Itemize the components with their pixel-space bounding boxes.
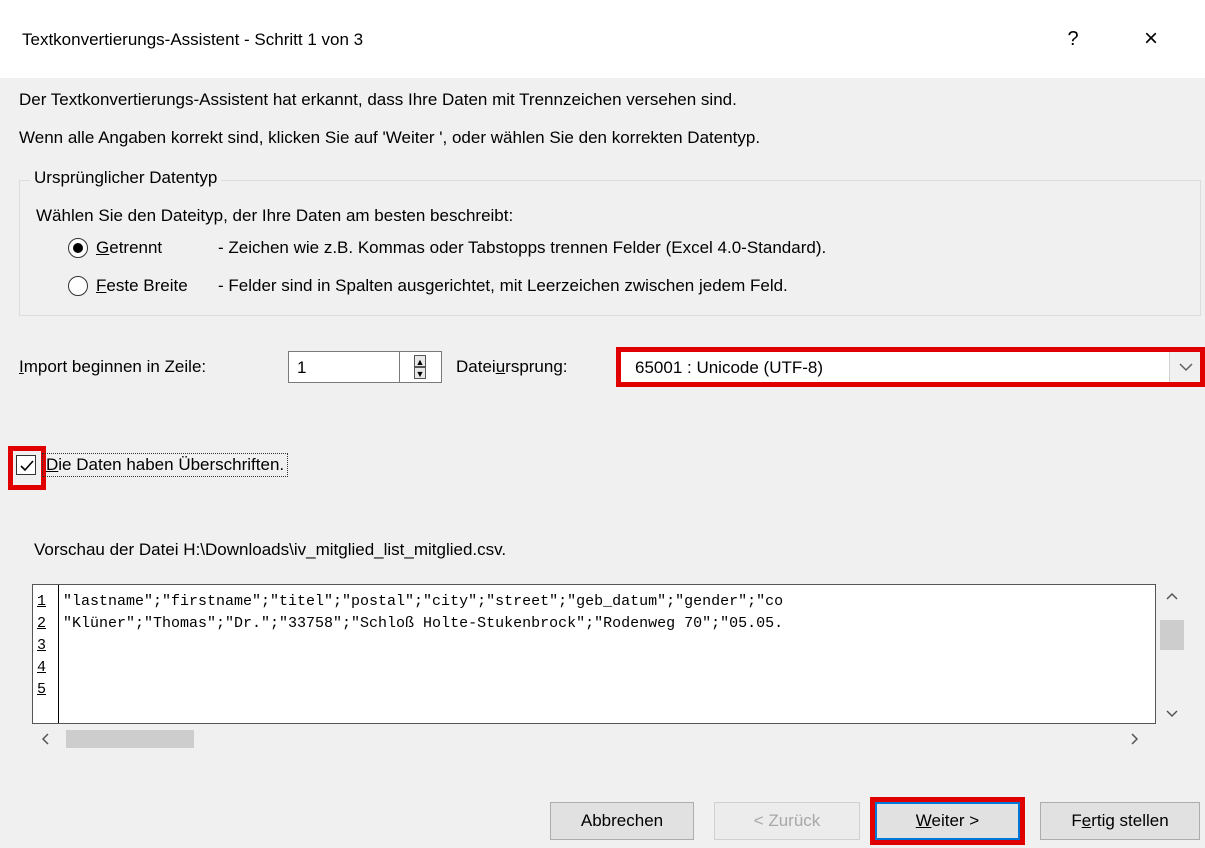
preview-row: "lastname";"firstname";"titel";"postal";… xyxy=(63,593,784,610)
intro-line-1: Der Textkonvertierungs-Assistent hat erk… xyxy=(19,90,737,109)
preview-area[interactable]: 1 2 3 4 5 "lastname";"firstname";"titel"… xyxy=(32,584,1156,724)
radio-getrennt[interactable]: Getrennt - Zeichen wie z.B. Kommas oder … xyxy=(68,238,1068,262)
headers-checkbox-label[interactable]: Die Daten haben Überschriften. xyxy=(42,453,289,477)
radio-feste-breite[interactable]: Feste Breite - Felder sind in Spalten au… xyxy=(68,276,1068,300)
spin-up-icon[interactable]: ▲ xyxy=(414,355,426,367)
preview-vertical-scrollbar[interactable] xyxy=(1156,584,1188,724)
radio-getrennt-label: Getrennt xyxy=(96,238,163,257)
import-start-input[interactable]: 1 xyxy=(288,351,400,383)
origin-label: Dateiursprung: xyxy=(456,357,568,376)
datatype-legend: Ursprünglicher Datentyp xyxy=(30,168,222,188)
preview-label: Vorschau der Datei H:\Downloads\iv_mitgl… xyxy=(34,540,507,559)
spin-down-icon[interactable]: ▼ xyxy=(414,367,426,379)
highlight-checkbox xyxy=(8,446,46,490)
radio-selected-dot xyxy=(73,243,83,253)
line-number: 3 xyxy=(37,637,47,654)
window-title: Textkonvertierungs-Assistent - Schritt 1… xyxy=(22,30,364,49)
scroll-down-icon[interactable] xyxy=(1166,706,1178,722)
scroll-right-icon[interactable] xyxy=(1130,732,1140,748)
radio-getrennt-desc: - Zeichen wie z.B. Kommas oder Tabstopps… xyxy=(218,238,827,257)
preview-horizontal-scrollbar[interactable] xyxy=(32,724,1156,754)
radio-feste-breite-desc: - Felder sind in Spalten ausgerichtet, m… xyxy=(218,276,788,295)
back-button[interactable]: < Zurück xyxy=(714,802,860,840)
finish-button[interactable]: Fertig stellen xyxy=(1040,802,1200,840)
line-number: 5 xyxy=(37,681,47,698)
radio-getrennt-control[interactable] xyxy=(68,238,88,258)
preview-row: "Klüner";"Thomas";"Dr.";"33758";"Schloß … xyxy=(63,615,784,632)
close-icon: × xyxy=(1143,25,1158,52)
intro-line-2: Wenn alle Angaben korrekt sind, klicken … xyxy=(19,128,761,147)
datatype-prompt: Wählen Sie den Dateityp, der Ihre Daten … xyxy=(36,206,514,225)
radio-feste-breite-control[interactable] xyxy=(68,276,88,296)
line-number: 2 xyxy=(37,615,47,632)
radio-feste-breite-label: Feste Breite xyxy=(96,276,188,295)
line-number: 4 xyxy=(37,659,47,676)
line-number: 1 xyxy=(37,593,47,610)
highlight-origin xyxy=(616,347,1205,387)
vertical-scroll-thumb[interactable] xyxy=(1160,620,1184,650)
scroll-left-icon[interactable] xyxy=(40,732,50,748)
import-start-spinner[interactable]: ▲ ▼ xyxy=(400,351,442,383)
close-button[interactable]: × xyxy=(1133,22,1169,56)
import-start-label: Import beginnen in Zeile: xyxy=(19,357,207,376)
cancel-button[interactable]: Abbrechen xyxy=(550,802,694,840)
highlight-next xyxy=(870,797,1025,845)
scroll-up-icon[interactable] xyxy=(1166,588,1178,604)
help-button[interactable]: ? xyxy=(1058,24,1088,54)
horizontal-scroll-thumb[interactable] xyxy=(66,730,194,748)
